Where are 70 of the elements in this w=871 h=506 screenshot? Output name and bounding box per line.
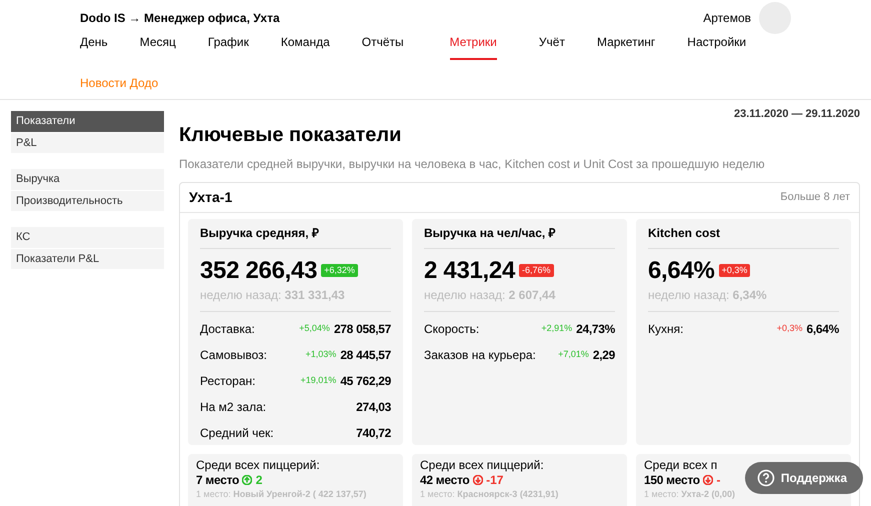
nav-tab[interactable]: Отчёты bbox=[362, 33, 404, 60]
page-title: Ключевые показатели bbox=[179, 122, 402, 146]
row-value: 28 445,57 bbox=[340, 346, 391, 364]
nav-tab[interactable]: Метрики bbox=[450, 33, 497, 60]
metric-title: Выручка на чел/час, ₽ bbox=[424, 224, 615, 248]
rank-change: - bbox=[716, 473, 720, 488]
row-change: +1,03% bbox=[306, 348, 336, 361]
rank-label: Среди всех пиццерий: bbox=[196, 458, 321, 474]
rank-place: 7 место bbox=[196, 473, 240, 488]
row-value: 740,72 bbox=[356, 424, 391, 442]
row-label: Средний чек: bbox=[200, 424, 275, 442]
leader-info: 1 место: Ухта-2 (0,00) bbox=[644, 488, 736, 500]
help-icon bbox=[756, 469, 775, 487]
row-value: 24,73% bbox=[576, 320, 615, 338]
previous-week-value: неделю назад: 6,34% bbox=[648, 286, 839, 312]
row-change: +2,91% bbox=[541, 322, 572, 335]
sidebar-item[interactable]: P&L bbox=[11, 132, 164, 153]
date-range: 23.11.2020 — 29.11.2020 bbox=[732, 107, 860, 122]
rank-place: 42 место bbox=[420, 473, 470, 488]
nav-tab[interactable]: Команда bbox=[280, 33, 330, 60]
nav-tab[interactable]: Месяц bbox=[140, 33, 176, 60]
support-button[interactable]: Поддержка bbox=[744, 462, 863, 494]
unit-name: Ухта-1 bbox=[189, 188, 232, 206]
nav-tab[interactable]: День bbox=[80, 33, 108, 60]
metric-value: 2 431,24 bbox=[424, 258, 516, 282]
sidebar-item[interactable]: Показатели P&L bbox=[11, 248, 164, 269]
metric-title: Kitchen cost bbox=[648, 224, 839, 248]
row-label: Доставка: bbox=[200, 320, 256, 338]
breadcrumb: Dodo IS → Менеджер офиса, Ухта bbox=[80, 10, 280, 27]
row-change: +19,01% bbox=[300, 374, 336, 387]
row-value: 45 762,29 bbox=[340, 372, 391, 390]
sidebar-item[interactable]: Выручка bbox=[11, 169, 164, 190]
user-name: Артемов bbox=[703, 10, 751, 27]
row-label: Самовывоз: bbox=[200, 346, 268, 364]
rank-label: Среди всех п bbox=[644, 458, 718, 474]
change-badge: -6,76% bbox=[519, 264, 554, 277]
unit-age: Больше 8 лет bbox=[780, 190, 850, 205]
row-change: +0,3% bbox=[776, 322, 802, 335]
row-change: +7,01% bbox=[558, 348, 589, 361]
row-value: 2,29 bbox=[592, 346, 615, 364]
page-subtitle: Показатели средней выручки, выручки на человека в час, Kitchen cost и Unit Cost за прошедшую неделю bbox=[179, 156, 766, 172]
nav-tab[interactable]: Настройки bbox=[687, 33, 746, 60]
row-label: Кухня: bbox=[648, 320, 684, 338]
rank-change: -17 bbox=[486, 473, 504, 488]
sidebar-item[interactable]: КС bbox=[11, 227, 164, 248]
metric-value: 352 266,43 bbox=[200, 258, 318, 282]
nav-tab[interactable]: Учёт bbox=[538, 33, 565, 60]
row-value: 274,03 bbox=[356, 398, 391, 416]
metric-title: Выручка средняя, ₽ bbox=[200, 224, 391, 248]
row-label: На м2 зала: bbox=[200, 398, 268, 416]
row-label: Заказов на курьера: bbox=[424, 346, 537, 364]
row-value: 278 058,57 bbox=[334, 320, 391, 338]
nav-tab[interactable]: График bbox=[208, 33, 249, 60]
row-value: 6,64% bbox=[806, 320, 839, 338]
rank-change: 2 bbox=[256, 473, 262, 488]
leader-info: 1 место: Красноярск-3 (4231,91) bbox=[420, 488, 560, 500]
change-badge: +6,32% bbox=[321, 264, 358, 277]
metric-value: 6,64% bbox=[648, 258, 715, 282]
leader-info: 1 место: Новый Уренгой-2 ( 422 137,57) bbox=[196, 488, 368, 500]
previous-week-value: неделю назад: 331 331,43 bbox=[200, 286, 391, 312]
rank-place: 150 место bbox=[644, 473, 700, 488]
sidebar-item[interactable]: Показатели bbox=[11, 111, 164, 132]
change-badge: +0,3% bbox=[718, 264, 750, 277]
row-change: +5,04% bbox=[299, 322, 330, 335]
sidebar-item[interactable]: Производительность bbox=[11, 190, 164, 211]
row-label: Ресторан: bbox=[200, 372, 256, 390]
row-label: Скорость: bbox=[424, 320, 480, 338]
rank-label: Среди всех пиццерий: bbox=[420, 458, 545, 474]
previous-week-value: неделю назад: 2 607,44 bbox=[424, 286, 615, 312]
nav-tab[interactable]: Маркетинг bbox=[596, 33, 656, 60]
